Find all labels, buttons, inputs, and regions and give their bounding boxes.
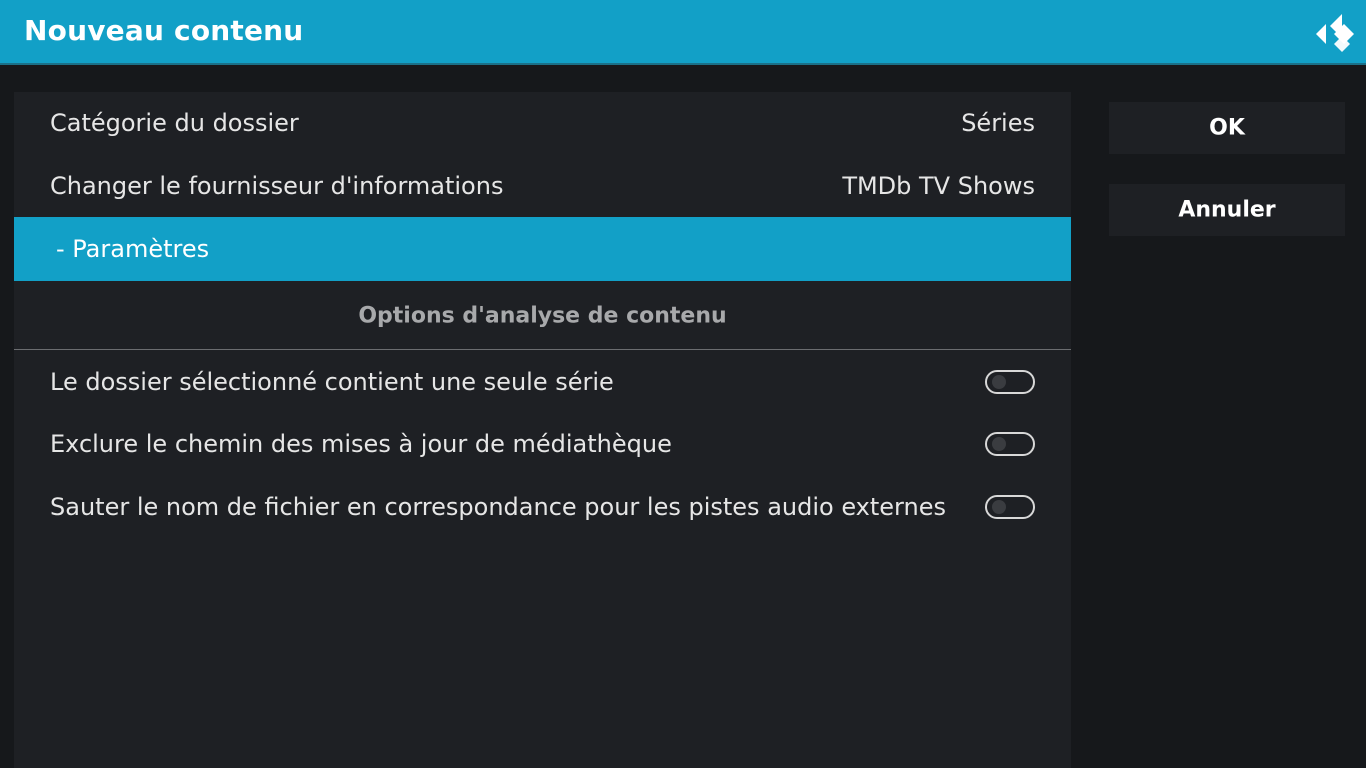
cancel-button-label: Annuler [1178, 197, 1276, 223]
section-header: Options d'analyse de contenu [14, 282, 1071, 350]
section-title: Options d'analyse de contenu [358, 303, 727, 328]
setting-parameters[interactable]: - Paramètres [14, 217, 1071, 281]
setting-value: Séries [961, 109, 1035, 137]
toggle-row-single-series[interactable]: Le dossier sélectionné contient une seul… [14, 351, 1071, 413]
toggle-knob [992, 500, 1006, 514]
setting-folder-category[interactable]: Catégorie du dossier Séries [14, 92, 1071, 154]
toggle-label: Sauter le nom de fichier en correspondan… [50, 493, 946, 521]
toggle-row-skip-filename[interactable]: Sauter le nom de fichier en correspondan… [14, 476, 1071, 538]
toggle-label: Exclure le chemin des mises à jour de mé… [50, 430, 672, 458]
setting-label: Catégorie du dossier [50, 109, 299, 137]
setting-info-provider[interactable]: Changer le fournisseur d'informations TM… [14, 155, 1071, 217]
toggle-knob [992, 375, 1006, 389]
toggle-row-exclude-path[interactable]: Exclure le chemin des mises à jour de mé… [14, 413, 1071, 475]
toggle-switch[interactable] [985, 370, 1035, 394]
cancel-button[interactable]: Annuler [1109, 184, 1345, 236]
toggle-switch[interactable] [985, 495, 1035, 519]
dialog-header: Nouveau contenu [0, 0, 1366, 65]
ok-button-label: OK [1209, 115, 1245, 141]
toggle-knob [992, 437, 1006, 451]
settings-panel: Catégorie du dossier Séries Changer le f… [14, 92, 1071, 768]
setting-label: - Paramètres [56, 235, 210, 263]
setting-label: Changer le fournisseur d'informations [50, 172, 504, 200]
ok-button[interactable]: OK [1109, 102, 1345, 154]
kodi-logo-icon [1312, 12, 1356, 56]
toggle-switch[interactable] [985, 432, 1035, 456]
dialog-title: Nouveau contenu [24, 14, 304, 47]
setting-value: TMDb TV Shows [842, 172, 1035, 200]
toggle-label: Le dossier sélectionné contient une seul… [50, 368, 614, 396]
